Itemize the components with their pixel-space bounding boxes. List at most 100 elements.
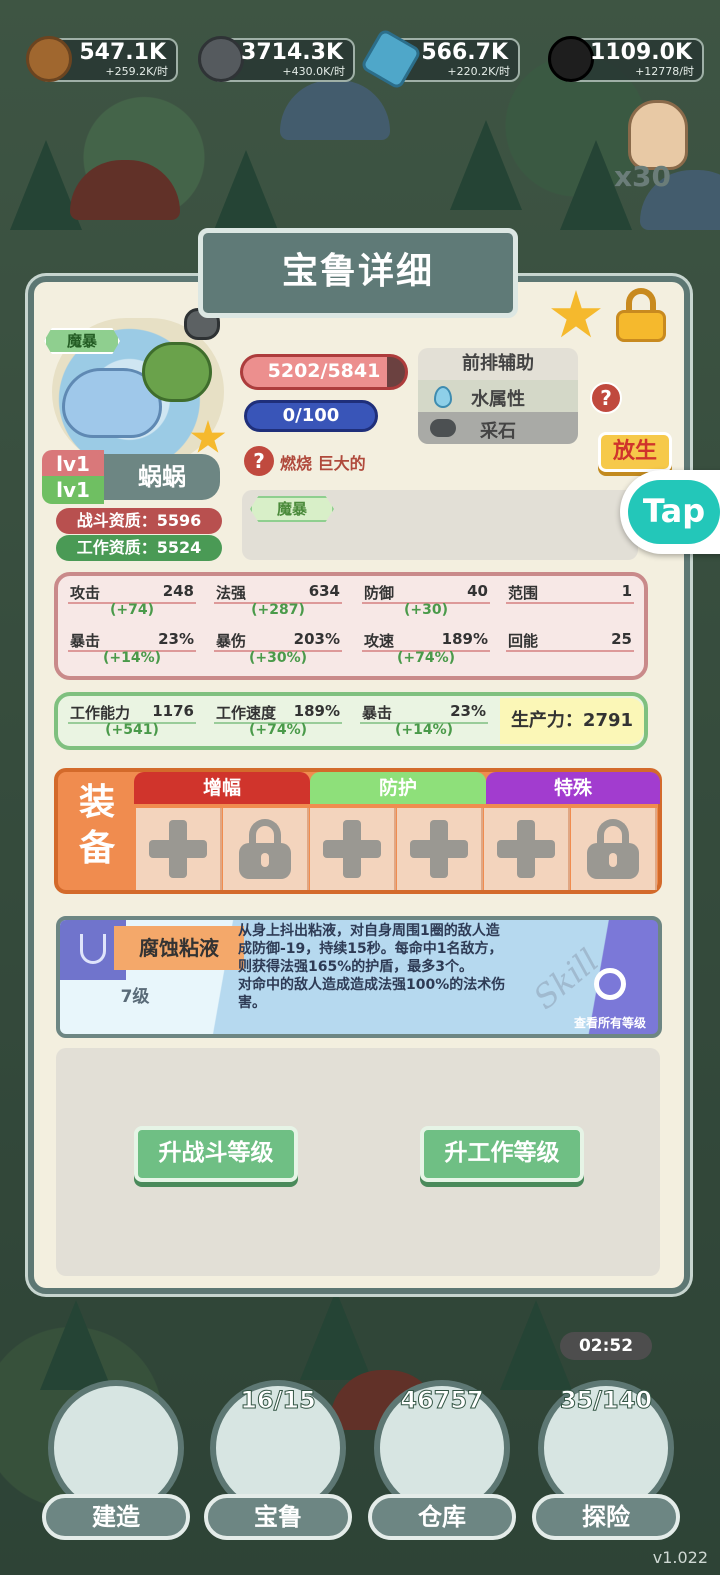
creature-tag: 魔暴 <box>44 328 120 354</box>
traits-text: 燃烧 巨大的 <box>280 454 366 473</box>
wood-log-icon <box>26 36 72 82</box>
stat-bonus: (+74%) <box>396 650 456 666</box>
stone-icon <box>198 36 244 82</box>
energy-text: 0/100 <box>282 405 340 426</box>
stat-value: 189% <box>293 702 340 720</box>
element-label: 水属性 <box>418 380 578 412</box>
plus-icon <box>149 820 207 878</box>
shell-moss <box>142 342 212 402</box>
upgrade-combat-button[interactable]: 升战斗等级 <box>134 1126 298 1182</box>
resource-rate: +12778/时 <box>635 65 694 78</box>
equip-slot-plus[interactable] <box>310 808 396 890</box>
productivity-badge: 生产力：2791 <box>500 698 644 744</box>
stat-bonus: (+541) <box>105 722 159 738</box>
stat-divider <box>506 602 634 604</box>
work-type-text: 采石 <box>480 421 516 442</box>
release-button[interactable]: 放生 <box>598 432 672 472</box>
nav-build[interactable]: 建造 <box>36 1360 196 1540</box>
resource-crystal[interactable]: 566.7K +220.2K/时 <box>359 27 520 91</box>
nav-warehouse-label: 仓库 <box>368 1494 516 1540</box>
resource-value: 547.1K <box>79 40 166 65</box>
nav-explore[interactable]: 02:52 35/140 探险 <box>526 1332 686 1540</box>
combat-stat-cell: 攻速 189% (+74%) <box>356 628 496 668</box>
equip-slot-lock[interactable] <box>223 808 309 890</box>
skill-desc-line: 害。 <box>238 995 266 1011</box>
resource-wood[interactable]: 547.1K +259.2K/时 <box>26 36 178 82</box>
equip-cat-protect[interactable]: 防护 <box>310 772 486 804</box>
stat-bonus: (+30) <box>403 602 448 618</box>
combat-aptitude: 战斗资质：5596 <box>56 508 222 534</box>
stat-name: 范围 <box>508 584 539 602</box>
version-label: v1.022 <box>652 1548 708 1567</box>
equip-slot-lock[interactable] <box>571 808 657 890</box>
resource-rate: +220.2K/时 <box>447 65 510 78</box>
element-text: 水属性 <box>471 389 525 410</box>
stat-name: 攻速 <box>364 632 395 650</box>
resource-value: 1109.0K <box>590 40 692 65</box>
stat-name: 工作速度 <box>216 704 277 722</box>
lock-icon <box>237 819 293 879</box>
skill-name: 腐蚀粘液 <box>114 926 244 970</box>
skill-card[interactable]: 腐蚀粘液 7级 从身上抖出粘液，对自身周围1圈的敌人造 成防御-19，持续15秒… <box>56 916 662 1038</box>
nav-explore-label: 探险 <box>532 1494 680 1540</box>
stat-bonus: (+14%) <box>394 722 454 738</box>
nav-explore-count: 35/140 <box>559 1386 653 1415</box>
traits-help-icon[interactable]: ? <box>244 446 274 476</box>
combat-stat-cell: 法强 634 (+287) <box>208 580 348 620</box>
creature-name[interactable]: 蜗蜗 <box>104 454 220 500</box>
equip-slot-plus[interactable] <box>136 808 222 890</box>
stat-value: 203% <box>293 630 340 648</box>
combat-stat-cell: 暴击 23% (+14%) <box>62 628 202 668</box>
stat-bonus: (+74%) <box>248 722 308 738</box>
taptap-badge[interactable]: Tap <box>620 470 720 554</box>
level-combat-badge: lv1 <box>42 450 104 478</box>
panel-title: 宝鲁详细 <box>198 228 518 318</box>
magnifier-icon[interactable] <box>594 968 626 1000</box>
nav-creatures-count: 16/15 <box>240 1386 317 1415</box>
hp-text: 5202/5841 <box>267 360 381 382</box>
nav-warehouse-count: 46757 <box>400 1386 485 1415</box>
nav-warehouse[interactable]: 46757 仓库 <box>362 1360 522 1540</box>
view-all-levels-link[interactable]: 查看所有等级 <box>560 1014 658 1031</box>
lock-toggle-icon[interactable] <box>614 288 668 344</box>
equip-cat-amplify[interactable]: 增幅 <box>134 772 310 804</box>
combat-stat-cell: 范围 1 <box>500 580 640 620</box>
resource-rate: +259.2K/时 <box>105 65 168 78</box>
upgrade-work-button[interactable]: 升工作等级 <box>420 1126 584 1182</box>
resource-coal[interactable]: 1109.0K +12778/时 <box>548 36 704 82</box>
resource-rate: +430.0K/时 <box>282 65 345 78</box>
hp-bar: 5202/5841 <box>240 354 408 390</box>
skill-desc-line: 成防御-19，持续15秒。每命中1名敌方， <box>238 941 503 957</box>
equip-cat-special[interactable]: 特殊 <box>486 772 660 804</box>
stat-name: 工作能力 <box>70 704 131 722</box>
nav-creatures[interactable]: 16/15 宝鲁 <box>198 1360 358 1540</box>
stat-value: 189% <box>441 630 488 648</box>
resource-value: 566.7K <box>421 40 508 65</box>
work-aptitude: 工作资质：5524 <box>56 535 222 561</box>
plus-icon <box>323 820 381 878</box>
stat-value: 23% <box>450 702 486 720</box>
equip-slot-plus[interactable] <box>397 808 483 890</box>
skill-level: 7级 <box>120 987 150 1007</box>
combat-stat-cell: 回能 25 <box>500 628 640 668</box>
combat-stat-cell: 暴伤 203% (+30%) <box>208 628 348 668</box>
stat-value: 634 <box>308 582 340 600</box>
stat-bonus: (+287) <box>251 602 305 618</box>
hand-counter[interactable]: x30 <box>608 100 698 200</box>
equip-slot-plus[interactable] <box>484 808 570 890</box>
explore-timer: 02:52 <box>560 1332 652 1360</box>
level-work-badge: lv1 <box>42 476 104 504</box>
combat-stat-cell: 防御 40 (+30) <box>356 580 496 620</box>
stat-name: 法强 <box>216 584 247 602</box>
stat-value: 1 <box>621 582 632 600</box>
coal-icon <box>548 36 594 82</box>
combat-stat-cell: 攻击 248 (+74) <box>62 580 202 620</box>
resource-stone[interactable]: 3714.3K +430.0K/时 <box>198 36 355 82</box>
lock-icon <box>585 819 641 879</box>
stat-bonus: (+30%) <box>248 650 308 666</box>
element-help-icon[interactable]: ? <box>590 382 622 414</box>
equipment-label-bottom: 备 <box>78 828 115 869</box>
nav-build-label: 建造 <box>42 1494 190 1540</box>
stat-value: 1176 <box>152 702 194 720</box>
tap-logo: Tap <box>628 480 720 544</box>
